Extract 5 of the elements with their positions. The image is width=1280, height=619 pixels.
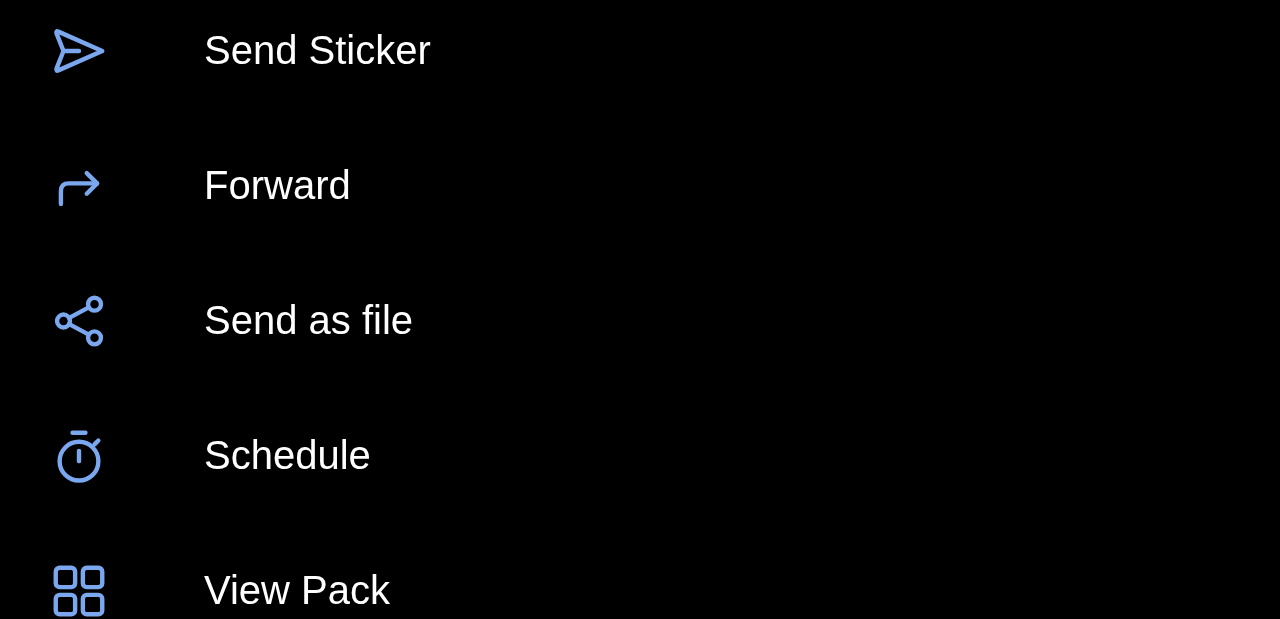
menu-item[interactable]: Forward xyxy=(0,118,371,253)
menu-item[interactable]: Schedule xyxy=(0,388,391,523)
menu-item[interactable]: Send Sticker xyxy=(0,0,451,118)
menu-item[interactable]: Send as file xyxy=(0,253,434,388)
menu-item[interactable]: View Pack xyxy=(0,523,410,619)
